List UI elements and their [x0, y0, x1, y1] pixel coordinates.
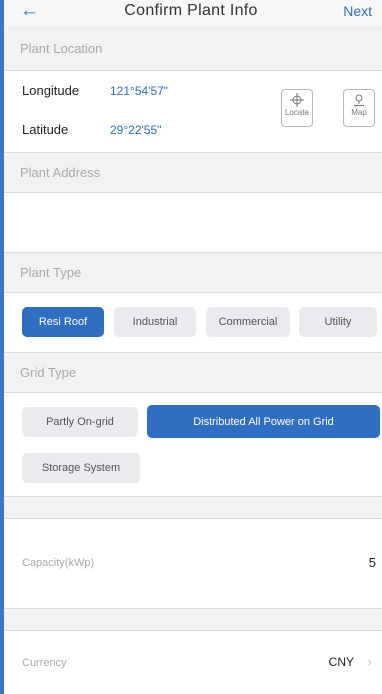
capacity-row[interactable]: Capacity(kWp) 5: [4, 518, 382, 608]
crosshair-icon: [290, 93, 304, 107]
plant-type-industrial[interactable]: Industrial: [114, 307, 196, 337]
location-block: Longitude 121°54'57" Latitude 29°22'55" …: [4, 70, 382, 152]
latitude-label: Latitude: [22, 122, 69, 137]
grid-type-partly-on-grid[interactable]: Partly On-grid: [22, 407, 138, 437]
capacity-value: 5: [368, 555, 376, 570]
section-header-location: Plant Location: [4, 26, 382, 70]
map-button[interactable]: Map: [343, 89, 375, 127]
address-input[interactable]: [4, 192, 382, 252]
plant-type-resi-roof[interactable]: Resi Roof: [22, 307, 104, 337]
grid-type-block: Partly On-grid Distributed All Power on …: [4, 392, 382, 496]
plant-type-utility[interactable]: Utility: [299, 307, 377, 337]
locate-button[interactable]: Locate: [281, 89, 313, 127]
next-button[interactable]: Next: [343, 3, 372, 19]
locate-label: Locate: [284, 108, 310, 117]
map-pin-icon: [354, 94, 364, 106]
latitude-value: 29°22'55": [110, 123, 162, 137]
grid-type-distributed-all-power[interactable]: Distributed All Power on Grid: [147, 405, 380, 438]
grid-type-storage-system[interactable]: Storage System: [22, 453, 140, 483]
page-title: Confirm Plant Info: [124, 2, 258, 19]
longitude-value: 121°54'57": [110, 84, 169, 98]
map-label: Map: [351, 108, 367, 117]
currency-row[interactable]: Currency CNY ›: [4, 630, 382, 694]
plant-type-commercial[interactable]: Commercial: [206, 307, 290, 337]
longitude-label: Longitude: [22, 83, 80, 98]
section-spacer-2: [4, 608, 382, 630]
left-accent-bar: [0, 0, 4, 694]
nav-bar: ← Confirm Plant Info Next: [0, 0, 382, 26]
section-header-grid-type: Grid Type: [4, 352, 382, 392]
capacity-label: Capacity(kWp): [22, 557, 95, 569]
chevron-right-icon: ›: [367, 654, 372, 669]
currency-value: CNY: [328, 655, 354, 669]
plant-type-block: Resi Roof Industrial Commercial Utility: [4, 292, 382, 352]
currency-label: Currency: [22, 657, 67, 669]
section-header-address: Plant Address: [4, 152, 382, 192]
section-spacer-1: [4, 496, 382, 518]
section-header-plant-type: Plant Type: [4, 252, 382, 292]
